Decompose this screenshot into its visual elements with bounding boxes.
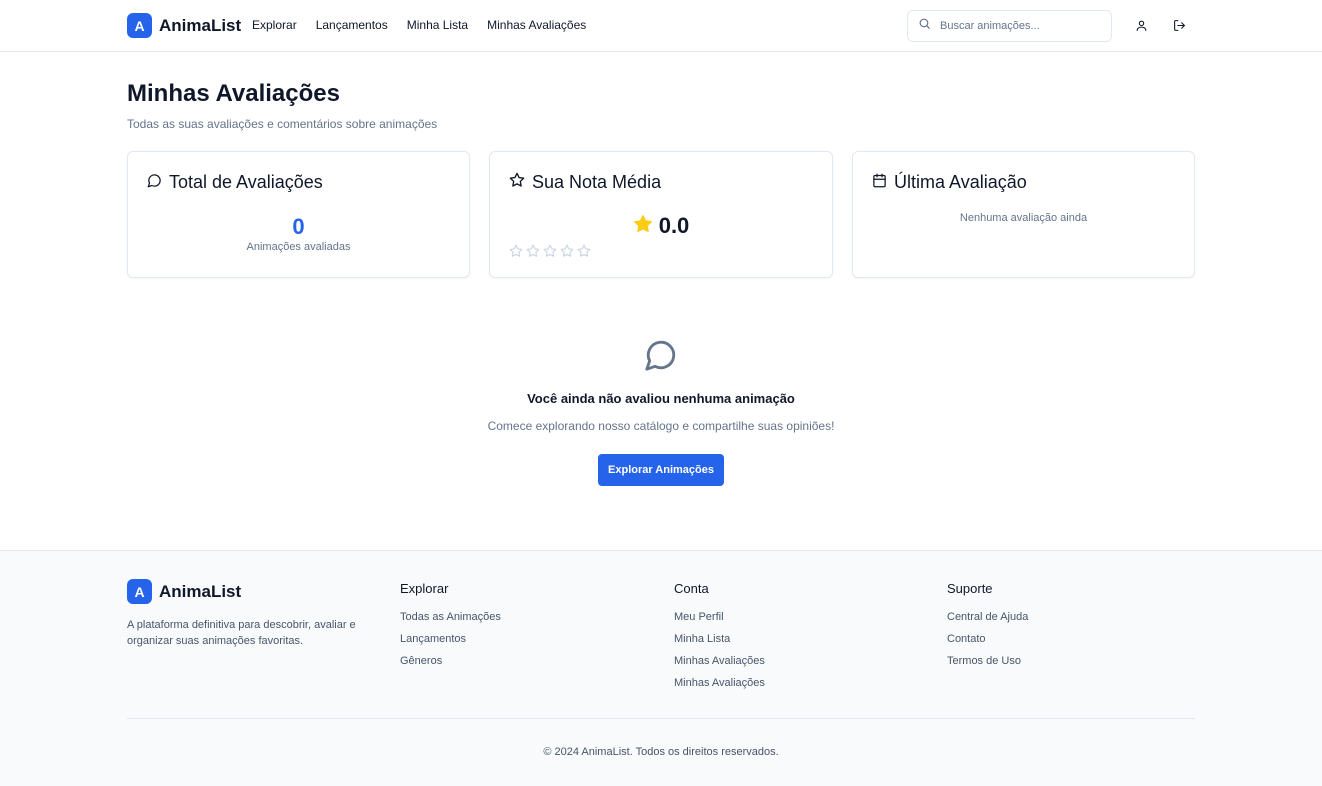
empty-star-icon xyxy=(509,244,523,263)
total-reviews-count: 0 xyxy=(292,214,305,239)
brand-logo[interactable]: A AnimaList xyxy=(127,13,241,38)
footer-link[interactable]: Termos de Uso xyxy=(947,655,1021,667)
footer-link[interactable]: Meu Perfil xyxy=(674,611,724,623)
empty-star-icon xyxy=(526,244,540,263)
footer-link[interactable]: Gêneros xyxy=(400,655,442,667)
footer-column-conta: Conta Meu Perfil Minha Lista Minhas Aval… xyxy=(674,581,765,699)
logout-icon[interactable] xyxy=(1171,17,1187,33)
calendar-icon xyxy=(872,173,887,193)
total-reviews-caption: Animações avaliadas xyxy=(246,241,351,253)
total-reviews-card: Total de Avaliações 0 Animações avaliada… xyxy=(127,151,470,278)
footer-column-title: Conta xyxy=(674,581,709,596)
page-subtitle: Todas as suas avaliações e comentários s… xyxy=(127,117,438,131)
last-review-text: Nenhuma avaliação ainda xyxy=(959,212,1088,224)
card-title: Última Avaliação xyxy=(894,172,1027,192)
empty-star-icon xyxy=(543,244,557,263)
average-rating-value: 0.0 xyxy=(658,213,690,238)
footer-link[interactable]: Todas as Animações xyxy=(400,611,501,623)
explore-animations-button[interactable]: Explorar Animações xyxy=(598,454,724,486)
footer-divider xyxy=(127,718,1195,719)
nav-explorar[interactable]: Explorar xyxy=(252,18,297,32)
search-input[interactable] xyxy=(940,20,1100,32)
footer-link[interactable]: Contato xyxy=(947,633,986,645)
top-header: A AnimaList Explorar Lançamentos Minha L… xyxy=(0,0,1322,52)
logo-badge: A xyxy=(127,579,152,604)
logo-text: AnimaList xyxy=(159,581,242,601)
copyright: © 2024 AnimaList. Todos os direitos rese… xyxy=(543,746,779,758)
rating-stars xyxy=(509,244,591,263)
footer-column-suporte: Suporte Central de Ajuda Contato Termos … xyxy=(947,581,1028,677)
empty-state-title: Você ainda não avaliou nenhuma animação xyxy=(527,391,795,406)
last-review-card: Última Avaliação Nenhuma avaliação ainda xyxy=(852,151,1195,278)
nav-lancamentos[interactable]: Lançamentos xyxy=(316,18,388,32)
empty-star-icon xyxy=(560,244,574,263)
search-box[interactable] xyxy=(907,10,1112,42)
empty-star-icon xyxy=(577,244,591,263)
footer-logo[interactable]: A AnimaList xyxy=(127,579,241,604)
page-title: Minhas Avaliações xyxy=(127,80,340,107)
user-icon[interactable] xyxy=(1133,17,1149,33)
nav-minhas-avaliacoes[interactable]: Minhas Avaliações xyxy=(487,18,586,32)
message-circle-icon xyxy=(147,173,162,193)
footer-column-title: Suporte xyxy=(947,581,993,596)
footer-link[interactable]: Minhas Avaliações xyxy=(674,655,765,667)
card-title: Sua Nota Média xyxy=(532,172,662,192)
main-nav: Explorar Lançamentos Minha Lista Minhas … xyxy=(252,18,586,32)
footer-link[interactable]: Minha Lista xyxy=(674,633,730,645)
footer-link[interactable]: Minhas Avaliações xyxy=(674,677,765,689)
site-footer: A AnimaList A plataforma definitiva para… xyxy=(0,550,1322,786)
footer-description: A plataforma definitiva para descobrir, … xyxy=(127,619,356,647)
message-circle-icon xyxy=(644,338,678,377)
footer-column-title: Explorar xyxy=(400,581,449,596)
footer-link[interactable]: Central de Ajuda xyxy=(947,611,1028,623)
star-outline-icon xyxy=(509,172,525,193)
empty-state-subtitle: Comece explorando nosso catálogo e compa… xyxy=(487,419,835,433)
footer-link[interactable]: Lançamentos xyxy=(400,633,466,645)
logo-text: AnimaList xyxy=(159,15,242,35)
nav-minha-lista[interactable]: Minha Lista xyxy=(407,18,468,32)
footer-column-explorar: Explorar Todas as Animações Lançamentos … xyxy=(400,581,501,677)
star-filled-icon xyxy=(633,214,653,239)
search-icon xyxy=(918,17,931,35)
card-title: Total de Avaliações xyxy=(169,172,323,192)
average-rating-card: Sua Nota Média 0.0 xyxy=(489,151,833,278)
logo-badge: A xyxy=(127,13,152,38)
